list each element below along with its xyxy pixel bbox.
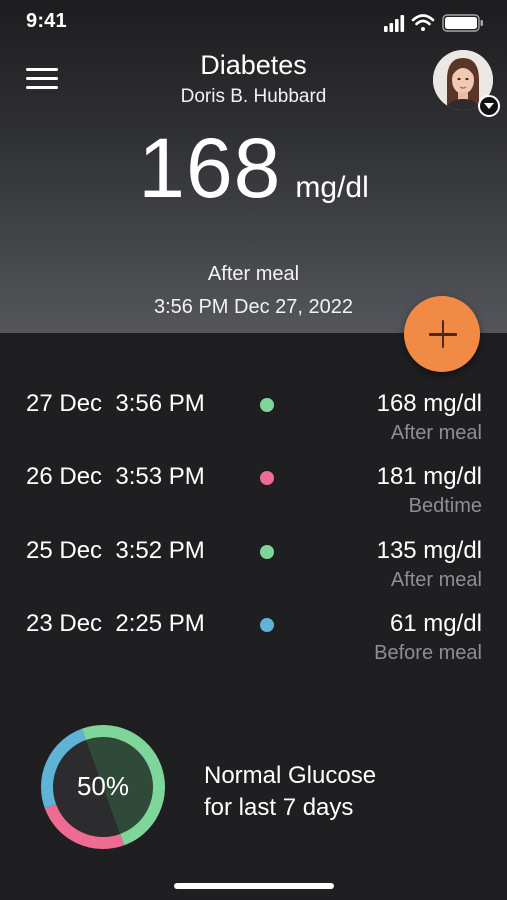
status-dot [260,471,274,485]
chevron-down-icon[interactable] [478,95,500,117]
patient-name: Doris B. Hubbard [180,86,327,107]
entry-value: 135 mg/dl [376,537,482,564]
list-item[interactable]: 23 Dec 2:25 PM 61 mg/dl Before meal [0,606,507,668]
entry-date: 27 Dec 3:56 PM [26,390,205,417]
entry-date: 26 Dec 3:53 PM [26,463,205,490]
entry-date: 25 Dec 3:52 PM [26,537,205,564]
summary-line-1: Normal Glucose [204,762,377,789]
summary-text: Normal Glucose for last 7 days [204,760,376,824]
list-item[interactable]: 27 Dec 3:56 PM 168 mg/dl After meal [0,386,507,448]
status-dot [260,545,274,559]
status-time: 9:41 [26,10,67,32]
page-title: Diabetes [200,50,307,80]
entry-meal: Bedtime [408,495,482,517]
list-item[interactable]: 26 Dec 3:53 PM 181 mg/dl Bedtime [0,459,507,521]
home-indicator[interactable] [174,883,334,889]
status-bar: 9:41 [0,0,507,44]
wifi-icon [411,14,435,31]
status-dot [260,398,274,412]
entry-value: 168 mg/dl [376,390,482,417]
entry-meal: After meal [390,569,482,591]
battery-icon [442,14,483,32]
reading-unit: mg/dl [295,171,369,204]
reading-meal-label: After meal [207,263,300,285]
entry-date: 23 Dec 2:25 PM [26,610,205,637]
cellular-signal-icon [384,15,405,32]
summary-line-2: for last 7 days [204,794,354,821]
status-icons [384,14,483,32]
entry-meal: Before meal [374,642,482,664]
ring-percent-label: 50% [76,771,130,801]
add-reading-button[interactable] [404,296,480,372]
list-item[interactable]: 25 Dec 3:52 PM 135 mg/dl After meal [0,533,507,595]
entry-value: 181 mg/dl [376,463,482,490]
entry-meal: After meal [390,422,482,444]
current-reading: 168 mg/dl [0,120,507,217]
status-dot [260,618,274,632]
reading-value: 168 [138,121,282,215]
entry-value: 61 mg/dl [389,610,482,637]
